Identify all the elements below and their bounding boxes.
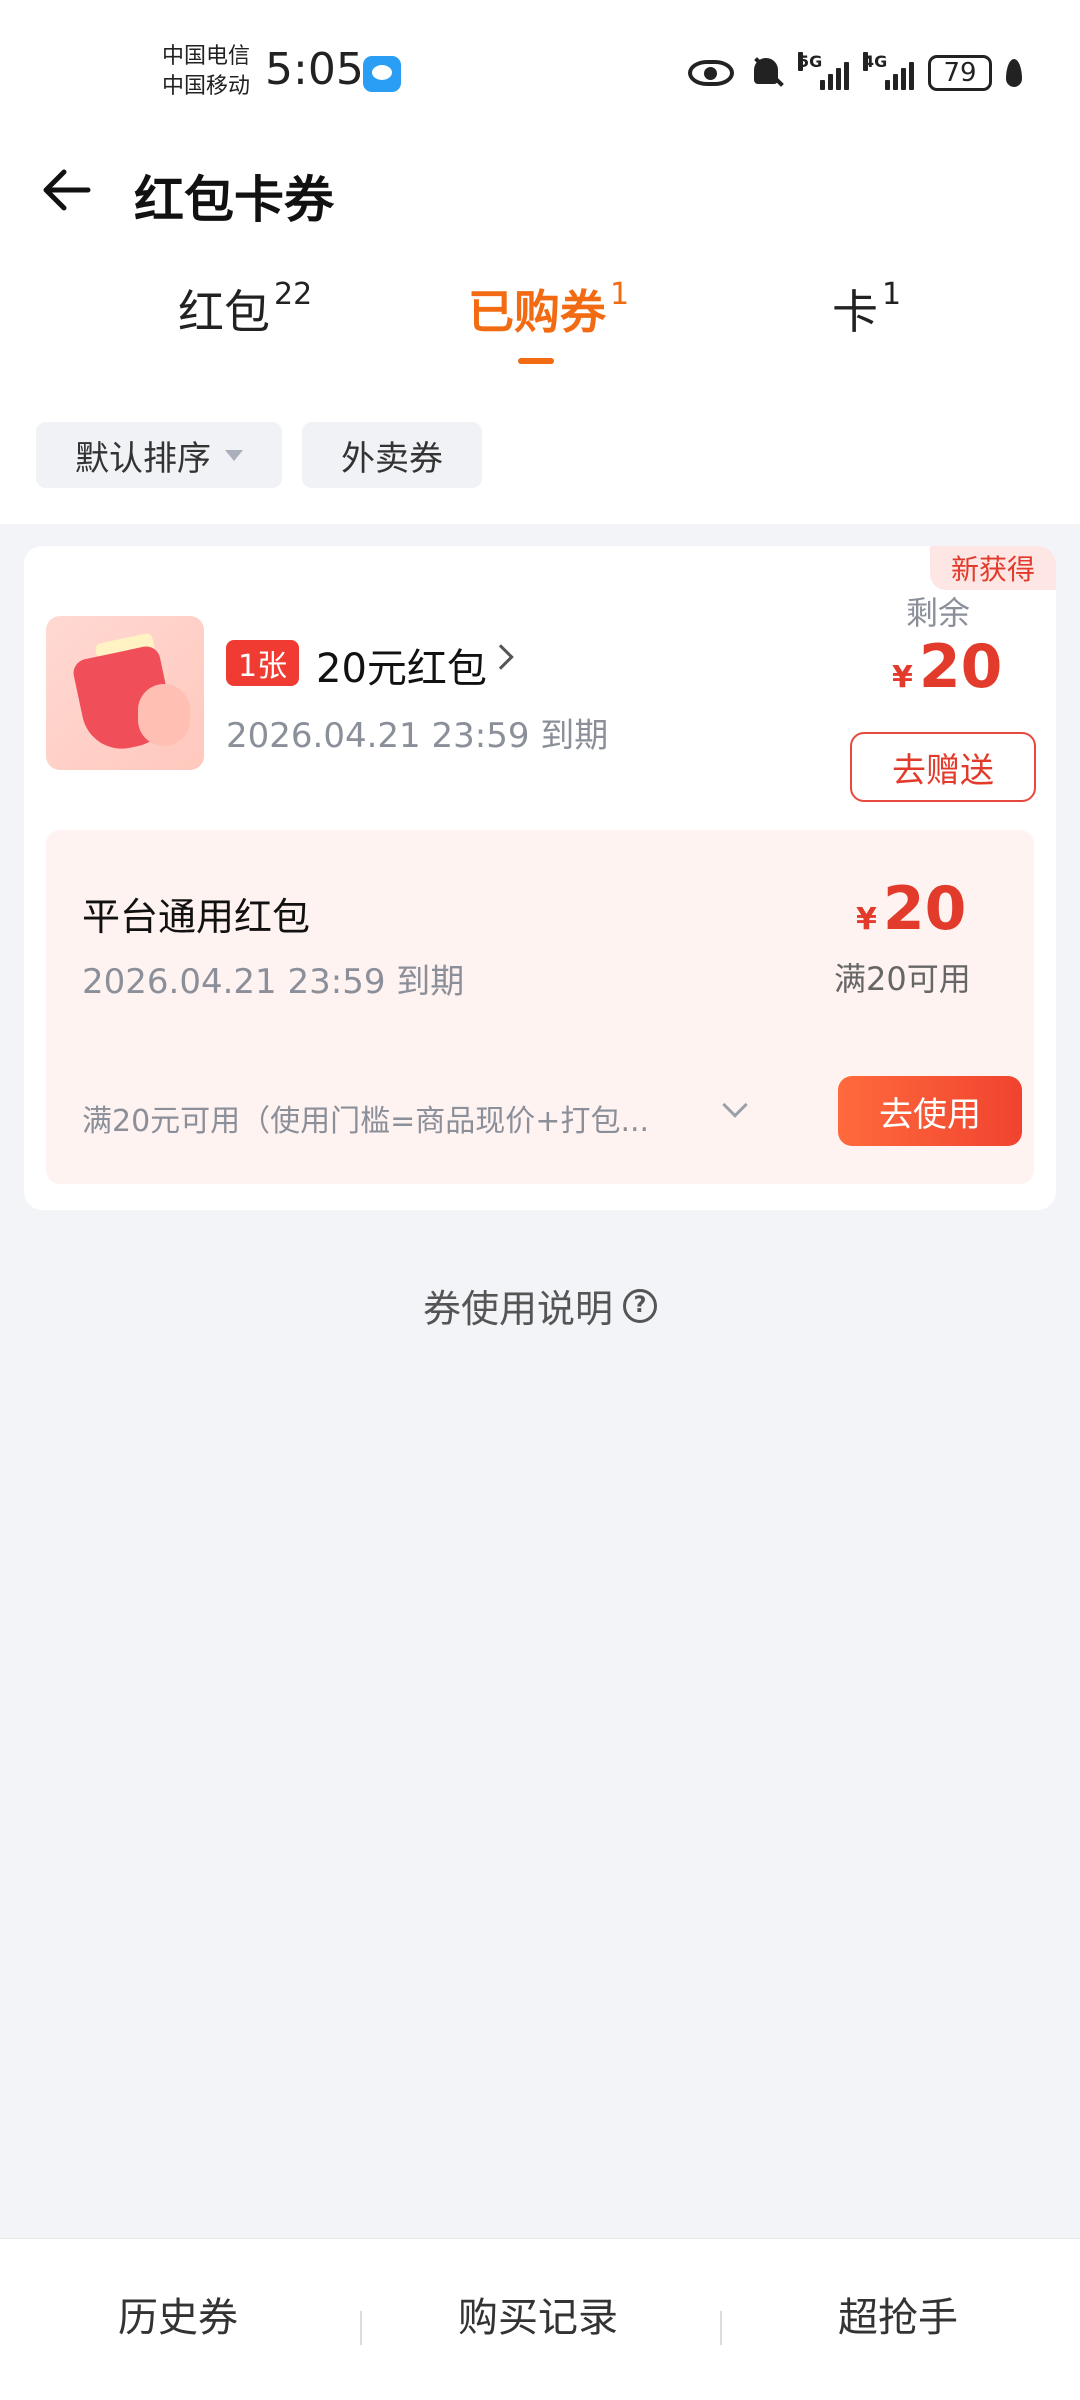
- battery-icon: 79: [928, 55, 992, 91]
- tab-purchased-coupons[interactable]: 已购券 1: [468, 276, 629, 342]
- sort-dropdown[interactable]: 默认排序: [36, 422, 282, 488]
- divider: [360, 2311, 362, 2345]
- caret-down-icon: [225, 449, 243, 461]
- help-label: 券使用说明: [422, 1287, 613, 1331]
- active-tab-indicator: [518, 358, 554, 364]
- coupon-expiry: 2026.04.21 23:59 到期: [226, 716, 609, 756]
- currency-symbol: ¥: [856, 902, 877, 937]
- new-badge: 新获得: [930, 546, 1056, 590]
- chevron-down-icon[interactable]: [722, 1092, 748, 1118]
- rule-text: 满20元可用（使用门槛=商品现价+打包...: [82, 1104, 650, 1139]
- use-button[interactable]: 去使用: [838, 1076, 1022, 1146]
- carrier-info: 中国电信 中国移动: [162, 42, 250, 102]
- carrier-2: 中国移动: [162, 74, 251, 99]
- remain-amount: ¥20: [892, 632, 1002, 702]
- coupon-name[interactable]: 20元红包: [316, 636, 487, 694]
- tab-count: 1: [882, 276, 902, 312]
- sort-label: 默认排序: [75, 438, 211, 479]
- signal-5g-icon: 5G: [798, 52, 849, 90]
- coupon-usage-help[interactable]: 券使用说明 ?: [0, 1278, 1080, 1333]
- tab-label: 已购券: [468, 285, 606, 339]
- detail-amount: ¥20: [856, 874, 966, 944]
- tab-label: 红包: [178, 285, 270, 339]
- network-5g-label: 5G: [798, 52, 823, 71]
- super-grabber-button[interactable]: 超抢手: [838, 2285, 958, 2343]
- filter-takeout-coupons[interactable]: 外卖券: [302, 422, 482, 488]
- detail-title: 平台通用红包: [82, 895, 311, 939]
- coupon-card: 新获得 1张 20元红包 2026.04.21 23:59 到期 剩余 ¥20 …: [24, 546, 1056, 1210]
- tab-count: 22: [274, 276, 313, 312]
- remain-label: 剩余: [906, 594, 971, 632]
- network-4g-label: 4G: [863, 52, 888, 71]
- currency-symbol: ¥: [892, 660, 913, 695]
- bell-muted-icon: [748, 54, 784, 92]
- tab-bar: 红包 22 已购券 1 卡1: [0, 240, 1080, 380]
- tab-cards[interactable]: 卡1: [832, 276, 901, 342]
- question-icon: ?: [623, 1288, 657, 1323]
- status-bar: 中国电信 中国移动 5:05 5G 4G 79: [0, 0, 1080, 140]
- purchase-records-button[interactable]: 购买记录: [458, 2285, 618, 2343]
- coupon-detail: 平台通用红包 2026.04.21 23:59 到期 ¥20 满20可用 满20…: [46, 830, 1034, 1184]
- bottom-bar: 历史券 购买记录 超抢手: [0, 2238, 1080, 2400]
- tab-label: 卡: [832, 285, 878, 339]
- carrier-1: 中国电信: [162, 44, 251, 69]
- filter-label: 外卖券: [341, 438, 443, 479]
- count-badge: 1张: [226, 640, 300, 686]
- divider: [720, 2311, 722, 2345]
- chevron-right-icon[interactable]: [488, 644, 514, 670]
- tab-red-packets[interactable]: 红包 22: [178, 276, 312, 342]
- header: 红包卡券: [0, 140, 1080, 240]
- gift-button[interactable]: 去赠送: [850, 732, 1036, 802]
- signal-4g-icon: 4G: [863, 52, 914, 90]
- remain-value: 20: [918, 632, 1003, 702]
- detail-amount-value: 20: [882, 874, 967, 944]
- message-notification-icon: [363, 56, 401, 92]
- tab-count: 1: [610, 276, 630, 312]
- page-title: 红包卡券: [134, 171, 334, 229]
- condition-label: 满20可用: [834, 960, 971, 998]
- status-icons: 5G 4G 79: [688, 48, 1022, 98]
- filter-bar: 默认排序 外卖券: [0, 380, 1080, 524]
- detail-expiry: 2026.04.21 23:59 到期: [82, 962, 465, 1002]
- eye-icon: [688, 60, 734, 86]
- status-time: 5:05: [265, 44, 364, 95]
- history-coupons-button[interactable]: 历史券: [118, 2285, 238, 2343]
- red-packet-image: [46, 616, 204, 770]
- leaf-icon: [1006, 59, 1022, 87]
- back-arrow-icon[interactable]: [38, 162, 94, 218]
